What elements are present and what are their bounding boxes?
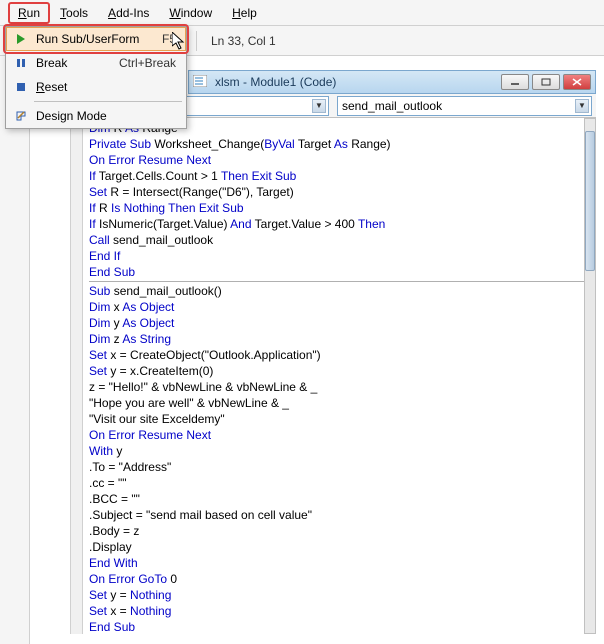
menu-help[interactable]: Help	[222, 2, 267, 24]
scrollbar-thumb[interactable]	[585, 131, 595, 271]
mouse-cursor-icon	[172, 32, 186, 50]
menu-separator	[34, 101, 182, 102]
maximize-button[interactable]	[532, 74, 560, 90]
document-titlebar: xlsm - Module1 (Code)	[188, 70, 596, 94]
cursor-position: Ln 33, Col 1	[203, 34, 284, 48]
menu-window[interactable]: Window	[159, 2, 222, 24]
menu-item-design-mode[interactable]: Design Mode	[6, 104, 186, 128]
code-editor[interactable]: Dim R As RangePrivate Sub Worksheet_Chan…	[70, 118, 584, 634]
chevron-down-icon: ▼	[575, 99, 589, 113]
design-icon	[12, 108, 30, 124]
menu-tools[interactable]: Tools	[50, 2, 98, 24]
menu-addins[interactable]: Add-Ins	[98, 2, 159, 24]
menu-label: Run Sub/UserForm	[36, 32, 162, 46]
document-title: xlsm - Module1 (Code)	[215, 75, 501, 89]
close-button[interactable]	[563, 74, 591, 90]
module-icon	[193, 75, 209, 89]
menu-shortcut: Ctrl+Break	[119, 56, 180, 70]
toolbar-separator	[196, 31, 197, 51]
vertical-scrollbar[interactable]	[584, 118, 596, 634]
menu-label: Design Mode	[36, 109, 180, 123]
menu-run[interactable]: Run	[8, 2, 50, 24]
menubar: Run Tools Add-Ins Window Help	[0, 0, 604, 26]
menu-label: Break	[36, 56, 119, 70]
menu-item-reset[interactable]: Reset	[6, 75, 186, 99]
chevron-down-icon: ▼	[312, 99, 326, 113]
minimize-button[interactable]	[501, 74, 529, 90]
left-gutter	[0, 56, 30, 644]
stop-icon	[12, 79, 30, 95]
combo-value: send_mail_outlook	[342, 99, 442, 113]
window-buttons	[501, 74, 591, 90]
play-icon	[12, 31, 30, 47]
menu-item-run-sub[interactable]: Run Sub/UserForm F5	[6, 27, 186, 51]
run-dropdown-menu: Run Sub/UserForm F5 Break Ctrl+Break Res…	[5, 26, 187, 129]
procedure-combo[interactable]: send_mail_outlook ▼	[337, 96, 592, 116]
pause-icon	[12, 55, 30, 71]
menu-label: Reset	[36, 80, 180, 94]
code-margin	[71, 118, 83, 634]
code-content[interactable]: Dim R As RangePrivate Sub Worksheet_Chan…	[89, 120, 584, 634]
menu-item-break[interactable]: Break Ctrl+Break	[6, 51, 186, 75]
